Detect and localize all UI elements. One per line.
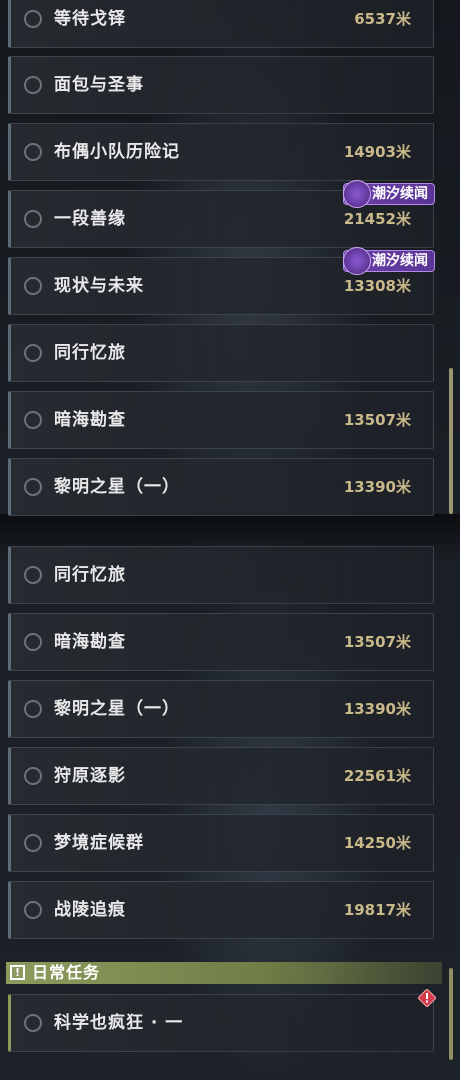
quest-name: 暗海勘查	[54, 632, 126, 652]
quest-item-daily[interactable]: 科学也疯狂 · 一	[8, 994, 434, 1052]
screenshot-divider	[0, 514, 460, 542]
tidal-tag-badge: 潮汐续闻	[343, 180, 435, 208]
tag-label: 潮汐续闻	[372, 253, 428, 269]
quest-item[interactable]: 布偶小队历险记 14903米	[8, 123, 434, 181]
quest-name: 黎明之星（一）	[54, 477, 180, 497]
quest-distance: 13507米	[343, 633, 411, 651]
radio-icon[interactable]	[24, 566, 42, 584]
quest-item[interactable]: 梦境症候群 14250米	[8, 814, 434, 872]
quest-name: 黎明之星（一）	[54, 699, 180, 719]
quest-item[interactable]: 同行忆旅	[8, 546, 434, 604]
scrollbar-upper[interactable]	[449, 368, 453, 514]
radio-icon[interactable]	[24, 10, 42, 28]
quest-name: 战陵追痕	[54, 900, 126, 920]
quest-item[interactable]: 战陵追痕 19817米	[8, 881, 434, 939]
quest-name: 同行忆旅	[54, 343, 126, 363]
quest-distance: 13390米	[343, 478, 411, 496]
quest-item[interactable]: 面包与圣事	[8, 56, 434, 114]
quest-distance: 13507米	[343, 411, 411, 429]
radio-icon[interactable]	[24, 76, 42, 94]
tidal-tag-badge: 潮汐续闻	[343, 247, 435, 275]
quest-item[interactable]: 暗海勘查 13507米	[8, 391, 434, 449]
radio-icon[interactable]	[24, 901, 42, 919]
radio-icon[interactable]	[24, 767, 42, 785]
quest-name: 布偶小队历险记	[54, 142, 180, 162]
quest-distance: 22561米	[343, 767, 411, 785]
quest-name: 面包与圣事	[54, 75, 144, 95]
radio-icon[interactable]	[24, 834, 42, 852]
radio-icon[interactable]	[24, 143, 42, 161]
quest-item[interactable]: 同行忆旅	[8, 324, 434, 382]
quest-name: 梦境症候群	[54, 833, 144, 853]
radio-icon[interactable]	[24, 411, 42, 429]
quest-distance: 19817米	[343, 901, 411, 919]
quest-item[interactable]: 黎明之星（一） 13390米	[8, 458, 434, 516]
daily-quests-header[interactable]: ! 日常任务	[6, 962, 442, 984]
radio-icon[interactable]	[24, 700, 42, 718]
radio-icon[interactable]	[24, 1014, 42, 1032]
quest-item[interactable]: 黎明之星（一） 13390米	[8, 680, 434, 738]
quest-item[interactable]: 等待戈铎 6537米	[8, 0, 434, 48]
quest-distance: 13390米	[343, 700, 411, 718]
radio-icon[interactable]	[24, 210, 42, 228]
quest-item[interactable]: 狩原逐影 22561米	[8, 747, 434, 805]
radio-icon[interactable]	[24, 277, 42, 295]
exclamation-icon: !	[10, 965, 25, 980]
quest-distance: 14250米	[343, 834, 411, 852]
radio-icon[interactable]	[24, 478, 42, 496]
quest-name: 狩原逐影	[54, 766, 126, 786]
tidal-swirl-icon	[343, 247, 371, 275]
section-title: 日常任务	[32, 963, 101, 982]
alert-diamond-icon	[418, 989, 436, 1007]
quest-name: 一段善缘	[54, 209, 126, 229]
radio-icon[interactable]	[24, 633, 42, 651]
quest-name: 暗海勘查	[54, 410, 126, 430]
quest-name: 现状与未来	[54, 276, 144, 296]
scrollbar-lower[interactable]	[449, 968, 453, 1060]
quest-distance: 6537米	[354, 10, 411, 28]
quest-name: 同行忆旅	[54, 565, 126, 585]
quest-name: 科学也疯狂 · 一	[54, 1013, 184, 1033]
tidal-swirl-icon	[343, 180, 371, 208]
quest-item[interactable]: 暗海勘查 13507米	[8, 613, 434, 671]
radio-icon[interactable]	[24, 344, 42, 362]
quest-distance: 14903米	[343, 143, 411, 161]
tag-label: 潮汐续闻	[372, 186, 428, 202]
quest-name: 等待戈铎	[54, 9, 126, 29]
